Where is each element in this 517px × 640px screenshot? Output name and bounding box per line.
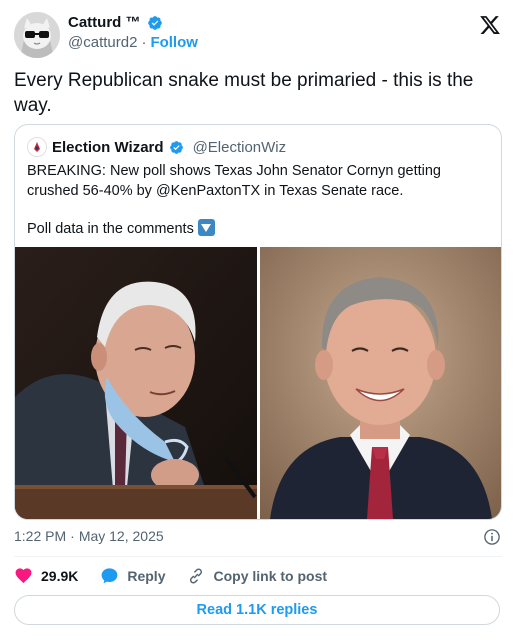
quoted-tweet[interactable]: Election Wizard @ElectionWiz BREAKING: N… [14,124,502,520]
verified-badge-icon [169,140,183,154]
post-time: 1:22 PM [14,528,67,544]
quoted-avatar[interactable] [27,137,47,157]
post-timestamp[interactable]: 1:22 PM · May 12, 2025 [14,528,164,544]
post-date: May 12, 2025 [78,528,164,544]
timestamp-separator: · [70,528,75,544]
photo-ken-paxton[interactable] [260,247,501,519]
verified-badge-icon [147,15,162,30]
x-logo-icon[interactable] [479,14,501,36]
info-icon[interactable] [483,528,501,546]
tweet-embed-card: Catturd ™ @catturd2 · Follow Every Repub… [0,0,517,640]
author-handle-row: @catturd2 · Follow [68,34,198,51]
tweet-text: Every Republican snake must be primaried… [14,70,474,116]
reply-bubble-icon [101,568,118,584]
link-icon [190,567,203,584]
action-bar: 29.9K Reply Copy link to post [14,566,349,585]
quoted-text-line: BREAKING: New poll shows Texas John Sena… [27,163,441,199]
heart-icon [15,568,32,584]
quoted-poll-text: Poll data in the comments [27,221,194,237]
footer-divider [14,556,502,557]
author-display-name[interactable]: Catturd ™ [68,14,141,31]
quoted-header: Election Wizard @ElectionWiz [27,137,286,157]
reply-label: Reply [127,567,166,584]
author-name-row: Catturd ™ [68,14,163,31]
quoted-text-line: Poll data in the comments [27,219,495,239]
quoted-handle[interactable]: @ElectionWiz [193,139,287,156]
reply-button[interactable]: Reply [100,566,165,585]
copy-link-label: Copy link to post [213,567,328,584]
copy-link-button[interactable]: Copy link to post [187,567,327,585]
author-avatar[interactable] [14,12,60,58]
read-replies-button[interactable]: Read 1.1K replies [14,595,500,625]
like-button[interactable]: 29.9K [14,566,78,585]
quoted-text: BREAKING: New poll shows Texas John Sena… [27,161,495,239]
author-handle[interactable]: @catturd2 [68,34,137,51]
like-count: 29.9K [41,567,79,584]
quoted-display-name[interactable]: Election Wizard [52,139,164,156]
down-arrow-emoji-icon [197,219,215,236]
photo-senator-cornyn[interactable] [15,247,257,519]
follow-button[interactable]: Follow [150,34,198,51]
handle-separator: · [141,34,147,51]
